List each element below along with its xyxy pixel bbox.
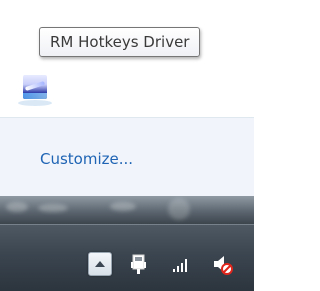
network-signal-icon[interactable]: [170, 252, 192, 276]
volume-muted-icon[interactable]: [212, 252, 234, 276]
notification-overflow-popup: RM Hotkeys Driver Customize...: [0, 0, 254, 196]
power-plug-icon[interactable]: [128, 252, 150, 276]
blur-shape: [6, 202, 28, 212]
blurred-desktop-background: [0, 196, 254, 224]
blur-shape: [38, 204, 68, 212]
icon-glow: [23, 93, 47, 99]
tooltip: RM Hotkeys Driver: [39, 27, 201, 57]
up-arrow-icon: [95, 261, 105, 267]
icon-highlight: [18, 100, 52, 106]
icon-stripe: [24, 81, 46, 91]
customize-link[interactable]: Customize...: [40, 150, 133, 168]
rm-hotkeys-driver-icon[interactable]: [23, 75, 47, 99]
blur-shape: [110, 202, 136, 211]
blur-shape: [168, 198, 190, 220]
overflow-icons-area: [0, 0, 254, 117]
show-hidden-icons-button[interactable]: [88, 252, 112, 276]
